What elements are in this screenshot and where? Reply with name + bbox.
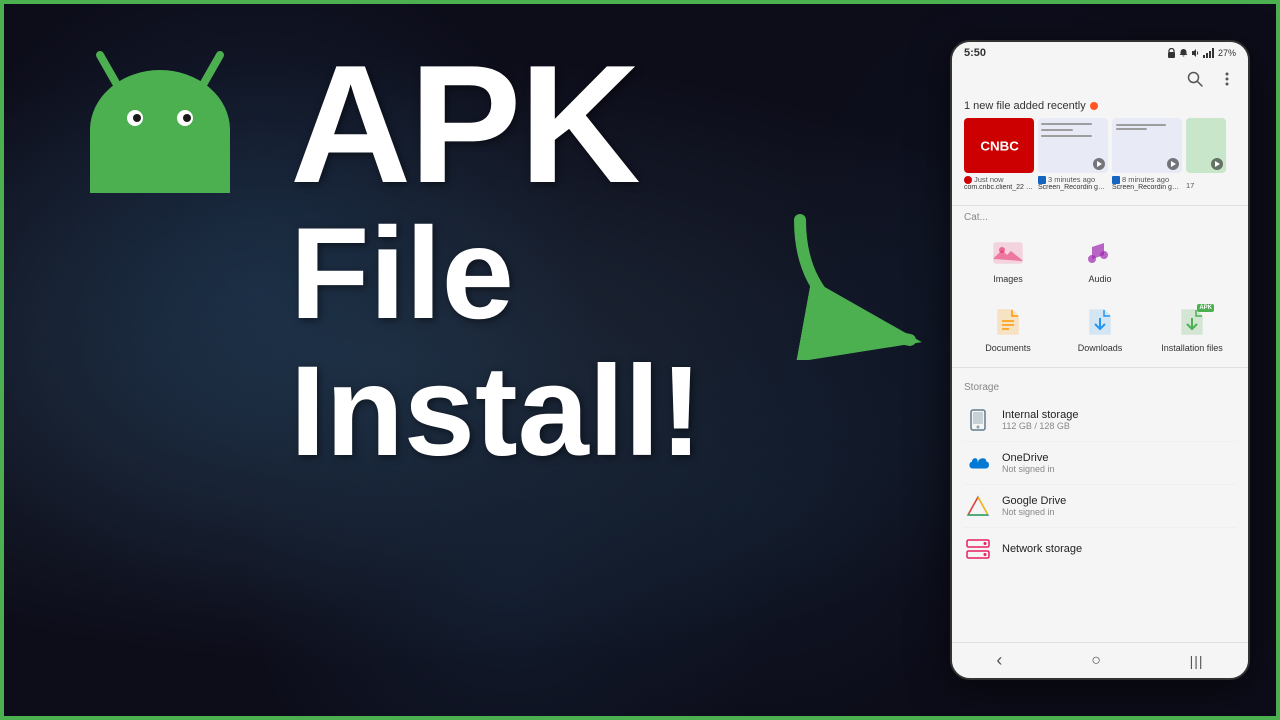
phone-mockup: 5:50 27% 1 new file added [950, 40, 1250, 680]
googledrive-info: Google Drive Not signed in [1002, 495, 1236, 517]
category-images-label: Images [993, 274, 1023, 284]
recents-button[interactable]: ||| [1190, 653, 1204, 669]
status-bar: 5:50 27% [952, 42, 1248, 64]
category-images[interactable]: Images [964, 227, 1052, 292]
thumbnail-item[interactable]: CNBC Just now com.cnbc.client_22 1-4726_… [964, 118, 1034, 193]
category-documents-label: Documents [985, 343, 1031, 353]
onedrive-name: OneDrive [1002, 452, 1236, 464]
googledrive-icon [964, 492, 992, 520]
screen-icon [1038, 176, 1046, 184]
network-storage-info: Network storage [1002, 543, 1236, 555]
back-button[interactable]: ‹ [996, 650, 1002, 671]
cnbc-app-icon [964, 176, 972, 184]
googledrive-name: Google Drive [1002, 495, 1236, 507]
internal-storage-name: Internal storage [1002, 409, 1236, 421]
network-storage-name: Network storage [1002, 543, 1236, 555]
googledrive-sub: Not signed in [1002, 507, 1236, 517]
install-text: Install! [290, 348, 910, 476]
recent-section: 1 new file added recently CNBC Just now … [952, 94, 1248, 199]
screen-icon2 [1112, 176, 1120, 184]
category-downloads[interactable]: Downloads [1056, 296, 1144, 361]
thumbnail-row: CNBC Just now com.cnbc.client_22 1-4726_… [964, 118, 1236, 193]
arrow-indicator [780, 200, 940, 360]
categories-grid: Images Audio [952, 227, 1248, 361]
internal-storage-info: Internal storage 112 GB / 128 GB [1002, 409, 1236, 431]
storage-network[interactable]: Network storage [964, 528, 1236, 570]
onedrive-info: OneDrive Not signed in [1002, 452, 1236, 474]
category-audio-label: Audio [1088, 274, 1111, 284]
storage-internal[interactable]: Internal storage 112 GB / 128 GB [964, 399, 1236, 442]
svg-text:CNBC: CNBC [980, 138, 1019, 153]
apk-text: APK [290, 40, 910, 208]
recent-label: 1 new file added recently [964, 100, 1236, 112]
categories-label: Cat... [952, 212, 1248, 223]
internal-storage-sub: 112 GB / 128 GB [1002, 421, 1236, 431]
storage-label: Storage [964, 382, 1236, 393]
storage-googledrive[interactable]: Google Drive Not signed in [964, 485, 1236, 528]
thumbnail-item[interactable]: 3 minutes ago Screen_Recordin g_20220209… [1038, 118, 1108, 193]
divider1 [952, 205, 1248, 206]
onedrive-sub: Not signed in [1002, 464, 1236, 474]
network-storage-icon [964, 535, 992, 563]
more-options-icon[interactable] [1218, 70, 1236, 88]
category-audio[interactable]: Audio [1056, 227, 1144, 292]
nav-bar: ‹ ○ ||| [952, 642, 1248, 678]
status-icons: 27% [1167, 48, 1236, 58]
battery-text: 27% [1218, 48, 1236, 58]
phone-storage-icon [964, 406, 992, 434]
search-icon[interactable] [1186, 70, 1204, 88]
category-downloads-label: Downloads [1078, 343, 1123, 353]
notification-dot [1090, 102, 1098, 110]
divider2 [952, 367, 1248, 368]
app-bar [952, 64, 1248, 94]
onedrive-icon [964, 449, 992, 477]
category-installation-files-label: Installation files [1161, 343, 1223, 353]
category-documents[interactable]: Documents [964, 296, 1052, 361]
home-button[interactable]: ○ [1091, 652, 1101, 670]
android-logo [50, 30, 270, 250]
storage-onedrive[interactable]: OneDrive Not signed in [964, 442, 1236, 485]
category-installation-files[interactable]: APK Installation files [1148, 296, 1236, 361]
thumbnail-item[interactable]: 8 minutes ago Screen_Recordin g_20220209… [1112, 118, 1182, 193]
storage-section: Storage Internal storage 112 GB / 128 GB [952, 374, 1248, 570]
status-time: 5:50 [964, 47, 986, 59]
thumbnail-item[interactable]: 17 [1186, 118, 1226, 193]
